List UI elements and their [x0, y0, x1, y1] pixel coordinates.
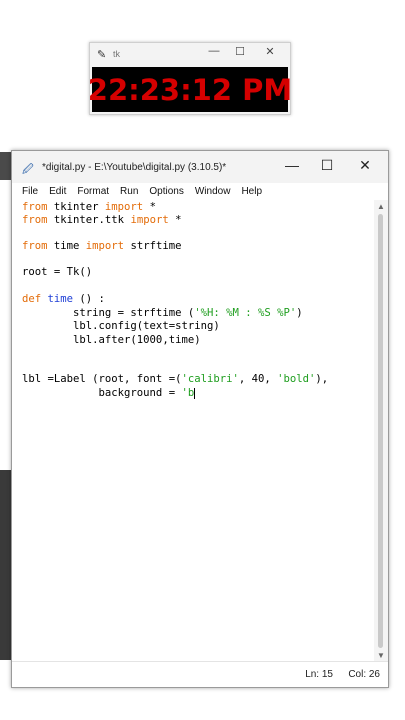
scroll-down-arrow-icon[interactable]: ▼: [377, 651, 385, 660]
menu-edit[interactable]: Edit: [49, 186, 66, 197]
status-column-number: Col: 26: [348, 669, 380, 680]
clock-window: ✎ tk — ☐ ✕ 22:23:12 PM: [88, 42, 292, 115]
code-line-9: string = strftime ('%H: %M : %S %P'): [22, 307, 303, 319]
clock-display: 22:23:12 PM: [88, 67, 292, 112]
clock-maximize-button[interactable]: ☐: [230, 45, 250, 58]
clock-close-button[interactable]: ✕: [260, 45, 280, 58]
python-file-icon: 🖉: [22, 164, 34, 176]
menu-options[interactable]: Options: [149, 186, 183, 197]
status-bar: Ln: 15 Col: 26: [12, 661, 388, 687]
vertical-scrollbar[interactable]: ▲ ▼: [374, 200, 388, 662]
menu-format[interactable]: Format: [77, 186, 109, 197]
menu-run[interactable]: Run: [120, 186, 138, 197]
editor-titlebar[interactable]: 🖉 *digital.py - E:\Youtube\digital.py (3…: [12, 151, 388, 183]
code-line-8: def time () :: [22, 293, 105, 305]
editor-close-button[interactable]: ✕: [351, 157, 379, 174]
menu-bar: File Edit Format Run Options Window Help: [12, 183, 388, 200]
code-line-1: from tkinter import *: [22, 201, 156, 213]
code-line-14: lbl =Label (root, font =('calibri', 40, …: [22, 373, 329, 385]
clock-minimize-button[interactable]: —: [204, 45, 224, 57]
code-line-4: from time import strftime: [22, 240, 182, 252]
scroll-up-arrow-icon[interactable]: ▲: [377, 202, 385, 211]
code-line-10: lbl.config(text=string): [22, 320, 220, 332]
scrollbar-thumb[interactable]: [378, 214, 383, 648]
editor-maximize-button[interactable]: ☐: [313, 157, 341, 174]
code-line-6: root = Tk(): [22, 266, 93, 278]
clock-time-label: 22:23:12 PM: [87, 72, 293, 107]
code-line-2: from tkinter.ttk import *: [22, 214, 182, 226]
menu-help[interactable]: Help: [241, 186, 262, 197]
code-editor[interactable]: from tkinter import * from tkinter.ttk i…: [12, 200, 372, 662]
clock-window-title: tk: [113, 49, 121, 59]
code-line-11: lbl.after(1000,time): [22, 334, 201, 346]
text-cursor: [194, 387, 196, 399]
menu-file[interactable]: File: [22, 186, 38, 197]
clock-titlebar[interactable]: ✎ tk — ☐ ✕: [90, 43, 290, 67]
tk-feather-icon: ✎: [97, 49, 107, 61]
editor-window-title: *digital.py - E:\Youtube\digital.py (3.1…: [42, 162, 227, 173]
status-line-number: Ln: 15: [305, 669, 333, 680]
code-line-15: background = 'b: [22, 387, 196, 399]
editor-window: 🖉 *digital.py - E:\Youtube\digital.py (3…: [11, 150, 389, 688]
editor-minimize-button[interactable]: —: [278, 157, 306, 173]
menu-window[interactable]: Window: [195, 186, 231, 197]
